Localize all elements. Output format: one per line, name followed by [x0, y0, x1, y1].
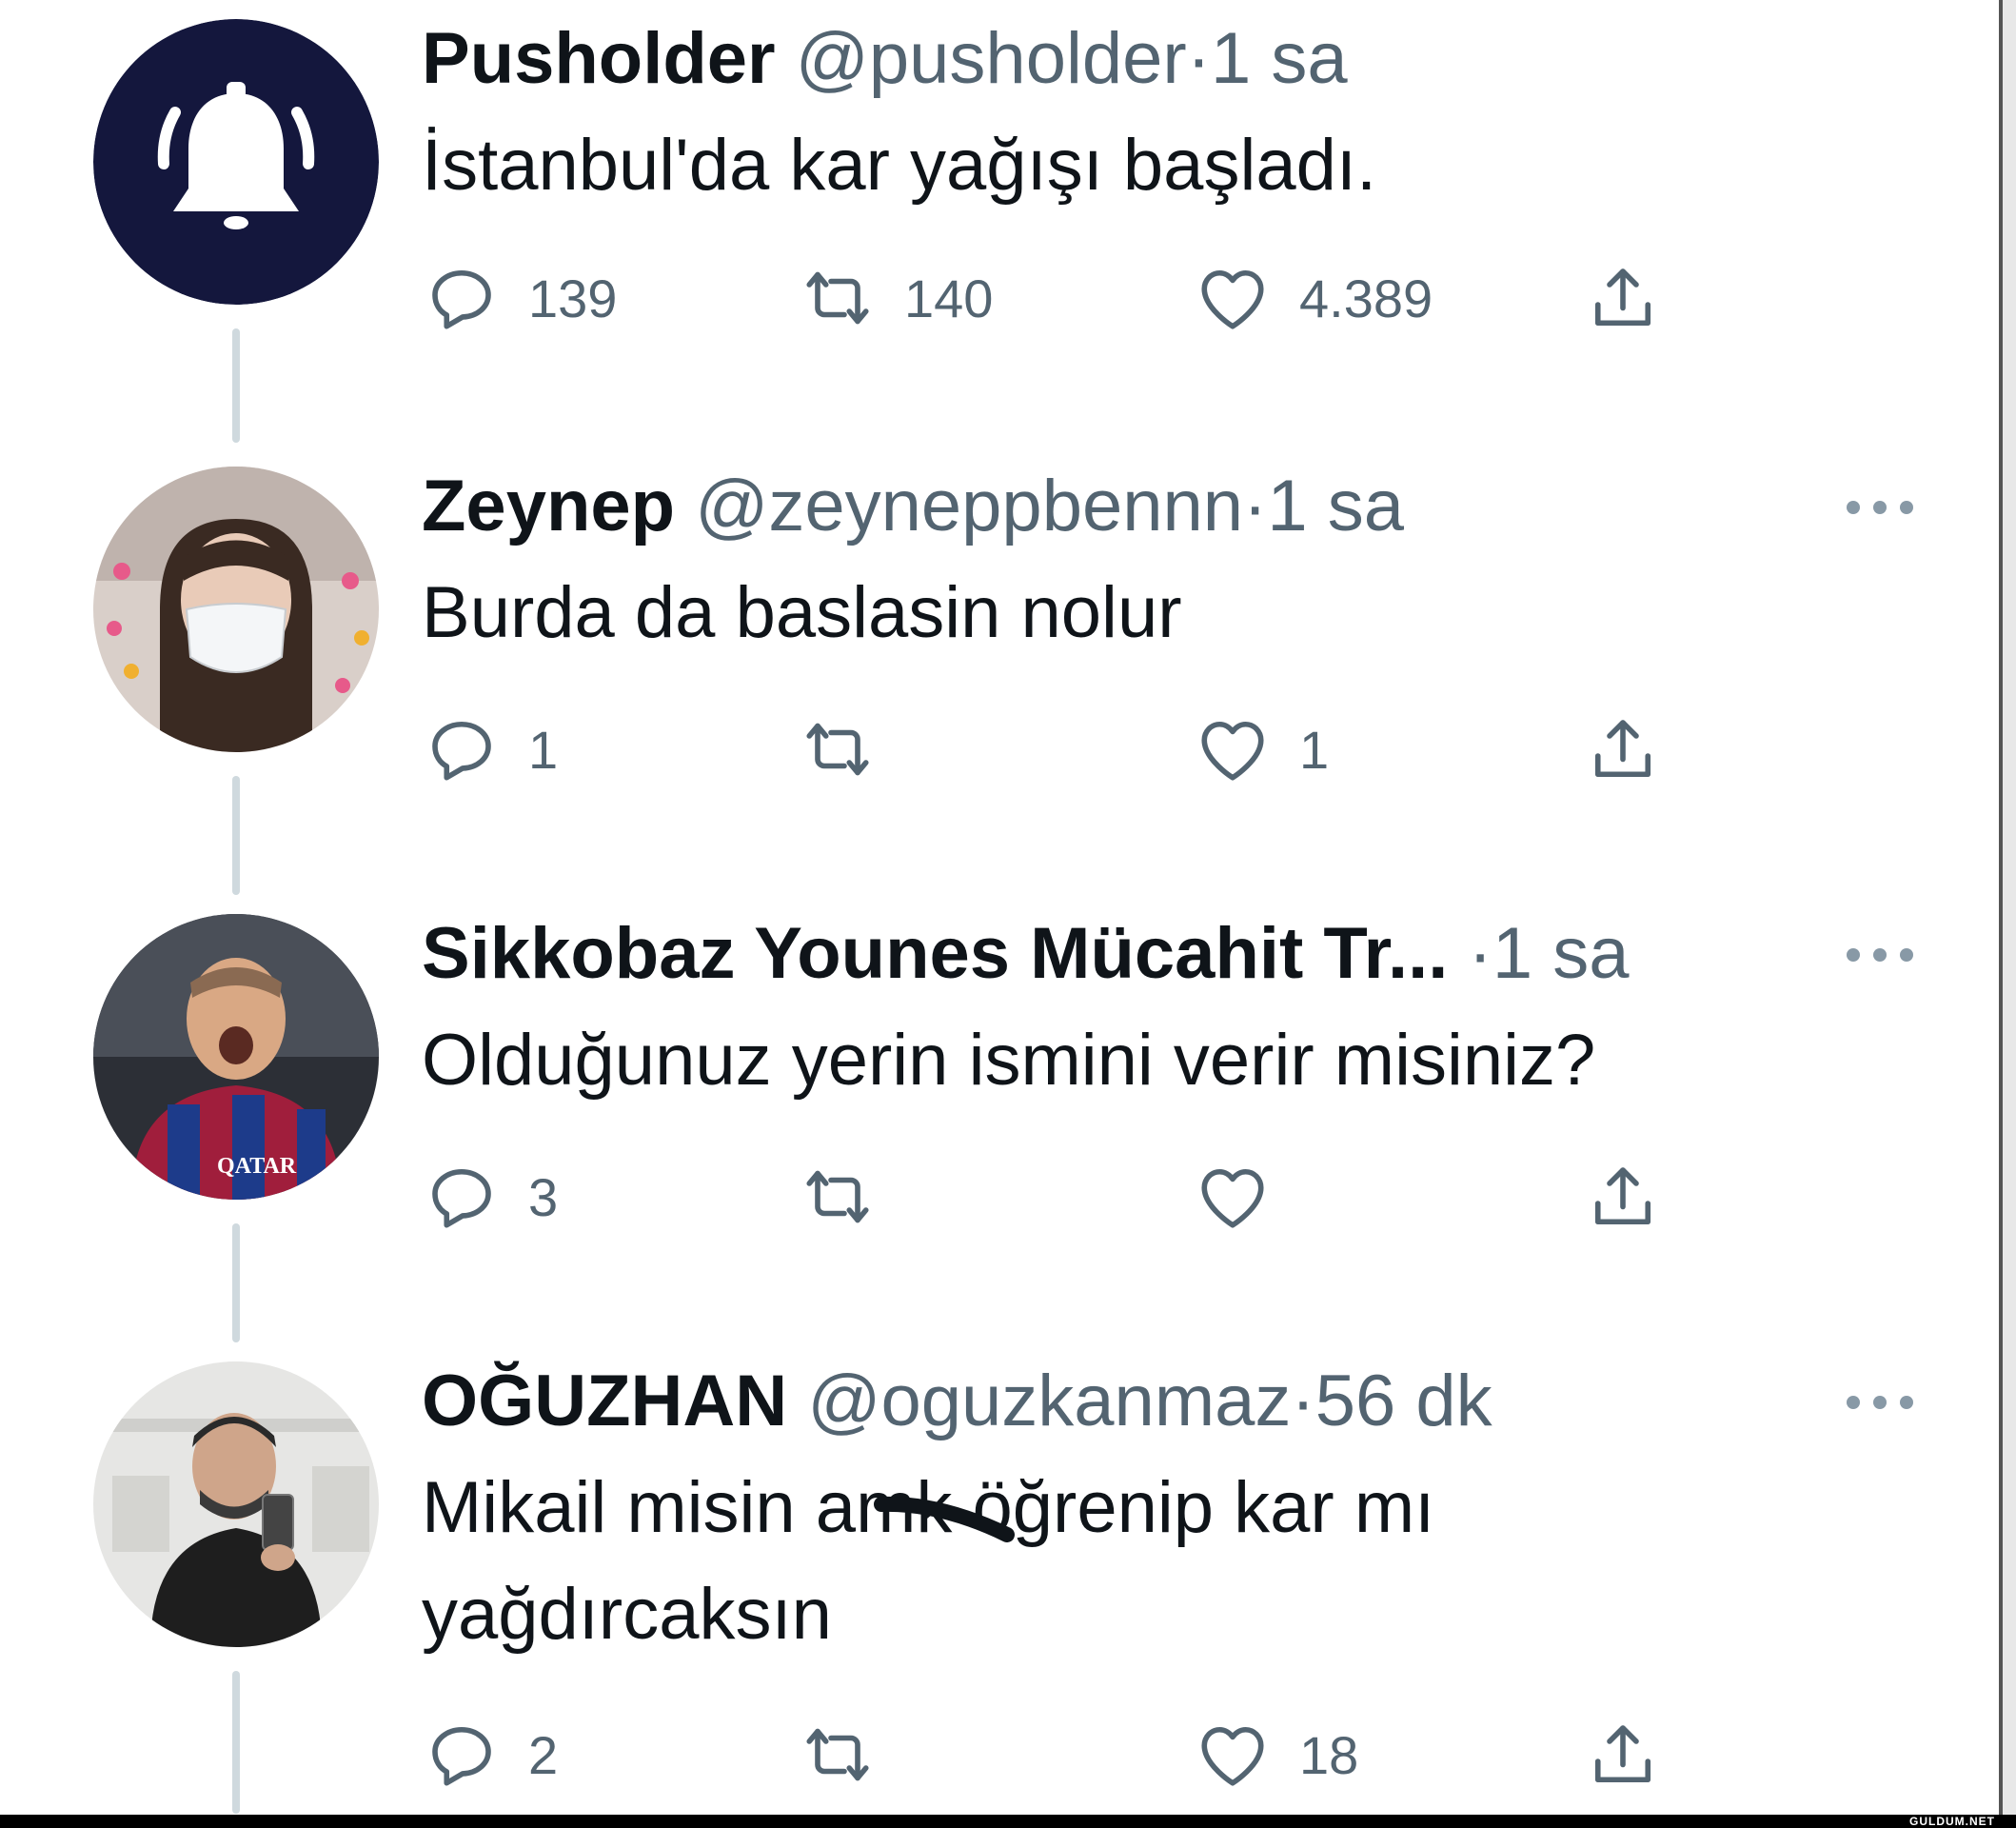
more-dot-icon [1873, 501, 1887, 514]
like-button[interactable] [1193, 1154, 1299, 1240]
separator-dot: · [1291, 1361, 1315, 1441]
reply-count: 1 [528, 719, 559, 780]
retweet-count: 140 [904, 268, 994, 328]
like-count: 18 [1299, 1724, 1359, 1785]
tweet-header: Sikkobaz Younes Mücahit Tr... ·1 sa [422, 906, 1629, 1002]
tweet-actions: 3 [422, 1154, 1697, 1240]
more-dot-icon [1900, 1396, 1913, 1409]
right-edge-border [1999, 0, 2016, 1828]
share-button[interactable] [1583, 1154, 1663, 1240]
avatar[interactable] [93, 19, 379, 305]
site-watermark: GULDUM.NET [1909, 1815, 1995, 1828]
share-icon [1594, 720, 1651, 778]
share-button[interactable] [1583, 706, 1663, 792]
more-dot-icon [1900, 501, 1913, 514]
tweet-text: Olduğunuz yerin ismini verir misiniz? [422, 1020, 1596, 1101]
reply-button[interactable]: 1 [422, 706, 558, 792]
reply-button[interactable]: 2 [422, 1712, 558, 1798]
reply-button[interactable]: 139 [422, 255, 617, 341]
heart-icon [1201, 1168, 1264, 1228]
like-count: 4.389 [1299, 268, 1433, 328]
svg-text:QATAR: QATAR [217, 1154, 297, 1179]
retweet-button[interactable] [798, 706, 904, 792]
separator-dot: · [1468, 913, 1492, 994]
display-name[interactable]: OĞUZHAN [422, 1361, 787, 1441]
more-options-button[interactable] [1837, 941, 1923, 969]
reply-count: 2 [528, 1724, 559, 1785]
avatar[interactable] [93, 467, 379, 752]
tweet-actions: 1 1 [422, 706, 1697, 792]
like-button[interactable]: 18 [1193, 1712, 1358, 1798]
share-icon [1594, 1167, 1651, 1225]
more-dot-icon [1873, 1396, 1887, 1409]
like-button[interactable]: 1 [1193, 706, 1329, 792]
more-dot-icon [1847, 1396, 1860, 1409]
heart-icon [1201, 1726, 1264, 1786]
display-name[interactable]: Pusholder [422, 18, 776, 99]
user-handle[interactable]: @zeyneppbennn [695, 466, 1243, 546]
share-icon [1594, 1725, 1651, 1783]
more-dot-icon [1847, 501, 1860, 514]
retweet-icon [806, 723, 869, 776]
more-dot-icon [1873, 948, 1887, 962]
tweet-text: İstanbul'da kar yağışı başladı. [422, 125, 1377, 206]
more-dot-icon [1847, 948, 1860, 962]
more-options-button[interactable] [1837, 1388, 1923, 1417]
heart-icon [1201, 721, 1264, 781]
tweet-header: OĞUZHAN @oguzkanmaz·56 dk [422, 1354, 1492, 1449]
timestamp[interactable]: 1 sa [1211, 18, 1348, 99]
more-options-button[interactable] [1837, 493, 1923, 522]
reply-icon [432, 1726, 491, 1786]
tweet-text: Mikail misin amk öğrenip kar mı yağdırca… [422, 1467, 1435, 1655]
retweet-button[interactable] [798, 1712, 904, 1798]
more-dot-icon [1900, 948, 1913, 962]
reply-icon [432, 721, 491, 781]
separator-dot: · [1243, 466, 1268, 546]
tweet-actions: 2 18 [422, 1712, 1697, 1798]
display-name[interactable]: Sikkobaz Younes Mücahit Tr... [422, 913, 1448, 994]
separator-dot: · [1186, 18, 1212, 99]
like-count: 1 [1299, 719, 1330, 780]
reply-button[interactable]: 3 [422, 1154, 558, 1240]
tweet-header: Pusholder @pusholder·1 sa [422, 11, 1348, 107]
avatar[interactable] [93, 1361, 379, 1647]
retweet-icon [806, 1728, 869, 1781]
bell-icon [93, 19, 379, 305]
timestamp[interactable]: 1 sa [1492, 913, 1630, 994]
user-photo-icon: QATAR [93, 914, 379, 1200]
thread-line [232, 776, 240, 895]
retweet-button[interactable] [798, 1154, 904, 1240]
censor-scribble [874, 1485, 1017, 1542]
avatar[interactable]: QATAR [93, 914, 379, 1200]
timestamp[interactable]: 1 sa [1267, 466, 1404, 546]
reply-count: 3 [528, 1166, 559, 1227]
timestamp[interactable]: 56 dk [1315, 1361, 1492, 1441]
retweet-button[interactable]: 140 [798, 255, 993, 341]
share-button[interactable] [1583, 255, 1663, 341]
tweet[interactable]: OĞUZHAN @oguzkanmaz·56 dk Mikail misin a… [0, 1342, 1980, 1799]
user-photo-icon [93, 1361, 379, 1647]
thread-line [232, 1223, 240, 1342]
share-button[interactable] [1583, 1712, 1663, 1798]
display-name[interactable]: Zeynep [422, 466, 675, 546]
like-button[interactable]: 4.389 [1193, 255, 1433, 341]
tweet[interactable]: Pusholder @pusholder·1 sa İstanbul'da ka… [0, 0, 1980, 343]
retweet-icon [806, 1170, 869, 1223]
tweet[interactable]: QATAR Sikkobaz Younes Mücahit Tr... ·1 s… [0, 895, 1980, 1238]
user-handle[interactable]: @pusholder [796, 18, 1187, 99]
retweet-icon [806, 271, 869, 325]
user-handle[interactable]: @oguzkanmaz [807, 1361, 1291, 1441]
tweet-actions: 139 140 4.389 [422, 255, 1697, 341]
reply-icon [432, 269, 491, 329]
user-photo-icon [93, 467, 379, 752]
share-icon [1594, 268, 1651, 327]
tweet-text: Burda da baslasin nolur [422, 572, 1182, 653]
thread-line [232, 328, 240, 443]
reply-count: 139 [528, 268, 618, 328]
tweet-header: Zeynep @zeyneppbennn·1 sa [422, 459, 1404, 554]
bottom-bar [0, 1815, 2016, 1828]
tweet[interactable]: Zeynep @zeyneppbennn·1 sa Burda da basla… [0, 447, 1980, 790]
reply-icon [432, 1168, 491, 1228]
heart-icon [1201, 269, 1264, 329]
